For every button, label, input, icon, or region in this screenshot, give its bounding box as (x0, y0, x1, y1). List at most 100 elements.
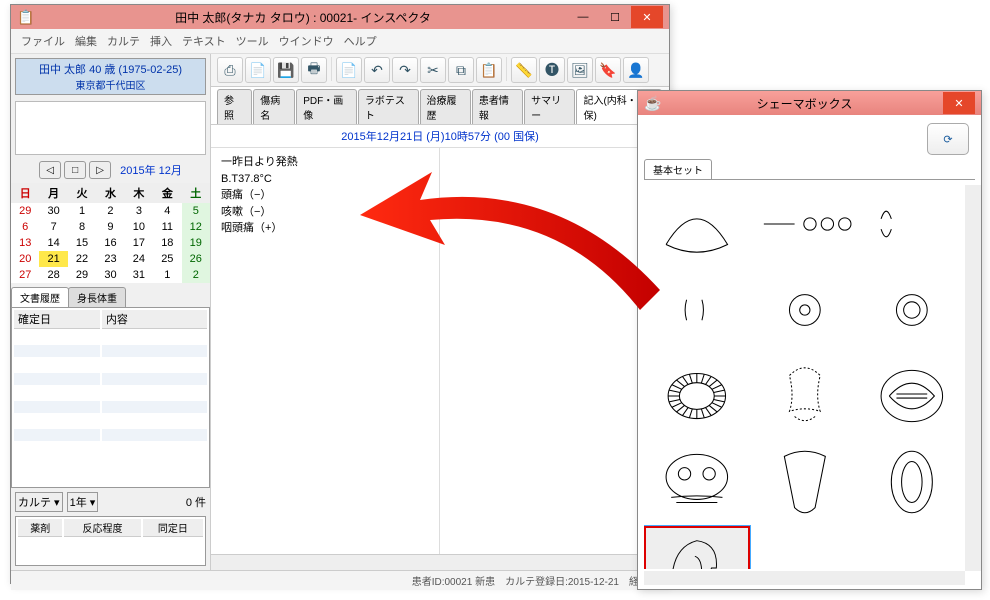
calendar-day[interactable]: 3 (125, 203, 153, 219)
calendar-day[interactable]: 30 (96, 267, 124, 283)
calendar-day[interactable]: 29 (11, 203, 39, 219)
schema-ear[interactable] (644, 182, 750, 266)
menu-help[interactable]: ヘルプ (340, 31, 381, 51)
cut-icon[interactable]: ✂ (420, 57, 446, 83)
patient-info[interactable]: 田中 太郎 40 歳 (1975-02-25) 東京都千代田区 (15, 58, 206, 95)
close-button[interactable]: ✕ (631, 6, 663, 28)
calendar-day[interactable]: 29 (68, 267, 96, 283)
calendar-day[interactable]: 18 (153, 235, 181, 251)
menu-window[interactable]: ウインドウ (275, 31, 338, 51)
calendar-day[interactable]: 27 (11, 267, 39, 283)
calendar-day[interactable]: 23 (96, 251, 124, 267)
drug-list[interactable]: 薬剤 反応程度 同定日 (15, 516, 206, 566)
calendar-day[interactable]: 13 (11, 235, 39, 251)
titlebar[interactable]: 📋 田中 太郎(タナカ タロウ) : 00021- インスペクタ — ☐ ✕ (11, 5, 669, 29)
printer-icon[interactable]: ⎙ (217, 57, 243, 83)
tab-doc-history[interactable]: 文書履歴 (11, 287, 69, 307)
menu-karte[interactable]: カルテ (103, 31, 144, 51)
schema-fundus[interactable] (644, 354, 750, 438)
schema-eye-chart[interactable] (752, 182, 858, 266)
cal-next-button[interactable]: ▷ (89, 161, 111, 179)
calendar[interactable]: 日 月 火 水 木 金 土 29301234567891011121314151… (11, 183, 210, 283)
calendar-day[interactable]: 28 (39, 267, 67, 283)
calendar-day[interactable]: 14 (39, 235, 67, 251)
page-icon[interactable]: 📄 (336, 57, 362, 83)
soap-right[interactable] (440, 148, 669, 554)
calendar-day[interactable]: 1 (153, 267, 181, 283)
calendar-day[interactable]: 2 (96, 203, 124, 219)
schema-eye-o2[interactable] (752, 268, 858, 352)
tab-diagnosis[interactable]: 傷病名 (253, 89, 295, 124)
menu-file[interactable]: ファイル (17, 31, 69, 51)
schema-eye-pair[interactable] (859, 182, 965, 266)
calendar-day[interactable]: 30 (39, 203, 67, 219)
schema-close-button[interactable]: ✕ (943, 92, 975, 114)
menu-text[interactable]: テキスト (178, 31, 230, 51)
redo-icon[interactable]: ↷ (392, 57, 418, 83)
calendar-day[interactable]: 19 (182, 235, 210, 251)
tab-labtest[interactable]: ラボテスト (358, 89, 419, 124)
schema-v-scrollbar[interactable] (965, 185, 981, 571)
tab-reference[interactable]: 参 照 (217, 89, 252, 124)
schema-pharynx[interactable] (859, 440, 965, 524)
schema-h-scrollbar[interactable] (644, 571, 965, 585)
menu-tool[interactable]: ツール (232, 31, 273, 51)
calendar-day[interactable]: 11 (153, 219, 181, 235)
calendar-day[interactable]: 5 (182, 203, 210, 219)
soap-left[interactable]: 一昨日より発熱B.T37.8°C頭痛（−）咳嗽（−）咽頭痛（+） (211, 148, 440, 554)
cal-prev-button[interactable]: ◁ (39, 161, 61, 179)
ruler-icon[interactable]: 📏 (511, 57, 537, 83)
tab-basic-set[interactable]: 基本セット (644, 159, 712, 179)
copy-icon[interactable]: ⧉ (448, 57, 474, 83)
refresh-button[interactable]: ⟳ (927, 123, 969, 155)
tab-patient-info[interactable]: 患者情報 (472, 89, 523, 124)
schema-larynx[interactable] (752, 440, 858, 524)
calendar-day[interactable]: 20 (11, 251, 39, 267)
paste-icon[interactable]: 📋 (476, 57, 502, 83)
tab-treatment[interactable]: 治療履歴 (420, 89, 471, 124)
schema-nose[interactable] (752, 354, 858, 438)
calendar-day[interactable]: 16 (96, 235, 124, 251)
history-list[interactable]: 確定日 内容 (11, 308, 210, 488)
tab-height-weight[interactable]: 身長体重 (68, 287, 126, 307)
schema-eye-o3[interactable] (859, 268, 965, 352)
calendar-day[interactable]: 15 (68, 235, 96, 251)
calendar-day[interactable]: 22 (68, 251, 96, 267)
minimize-button[interactable]: — (567, 6, 599, 28)
schema-skull[interactable] (644, 440, 750, 524)
undo-icon[interactable]: ↶ (364, 57, 390, 83)
calendar-day[interactable]: 25 (153, 251, 181, 267)
calendar-day[interactable]: 31 (125, 267, 153, 283)
h-scrollbar[interactable] (211, 554, 669, 570)
calendar-day[interactable]: 24 (125, 251, 153, 267)
menu-edit[interactable]: 編集 (71, 31, 101, 51)
calendar-day[interactable]: 1 (68, 203, 96, 219)
schema-icon[interactable]: 🖼 (567, 57, 593, 83)
calendar-day[interactable]: 8 (68, 219, 96, 235)
calendar-day[interactable]: 2 (182, 267, 210, 283)
calendar-day[interactable]: 21 (39, 251, 67, 267)
calendar-day[interactable]: 10 (125, 219, 153, 235)
calendar-day[interactable]: 6 (11, 219, 39, 235)
schema-head-section[interactable] (644, 526, 750, 569)
save-icon[interactable]: 💾 (273, 57, 299, 83)
tab-pdf-image[interactable]: PDF・画像 (296, 89, 357, 124)
cal-today-button[interactable]: □ (64, 161, 86, 179)
calendar-day[interactable]: 12 (182, 219, 210, 235)
doc-icon[interactable]: 📄 (245, 57, 271, 83)
print-icon[interactable]: 🖶 (301, 57, 327, 83)
stamp-icon[interactable]: 🔖 (595, 57, 621, 83)
schema-mouth-open[interactable] (859, 354, 965, 438)
calendar-day[interactable]: 4 (153, 203, 181, 219)
menu-insert[interactable]: 挿入 (146, 31, 176, 51)
tab-summary[interactable]: サマリー (524, 89, 575, 124)
filter-select[interactable]: カルテ ▾ (15, 492, 63, 512)
period-select[interactable]: 1年 ▾ (67, 492, 99, 512)
calendar-day[interactable]: 9 (96, 219, 124, 235)
text-icon[interactable]: 🅣 (539, 57, 565, 83)
calendar-day[interactable]: 7 (39, 219, 67, 235)
user-icon[interactable]: 👤 (623, 57, 649, 83)
maximize-button[interactable]: ☐ (599, 6, 631, 28)
calendar-day[interactable]: 17 (125, 235, 153, 251)
schema-eye-o1[interactable] (644, 268, 750, 352)
